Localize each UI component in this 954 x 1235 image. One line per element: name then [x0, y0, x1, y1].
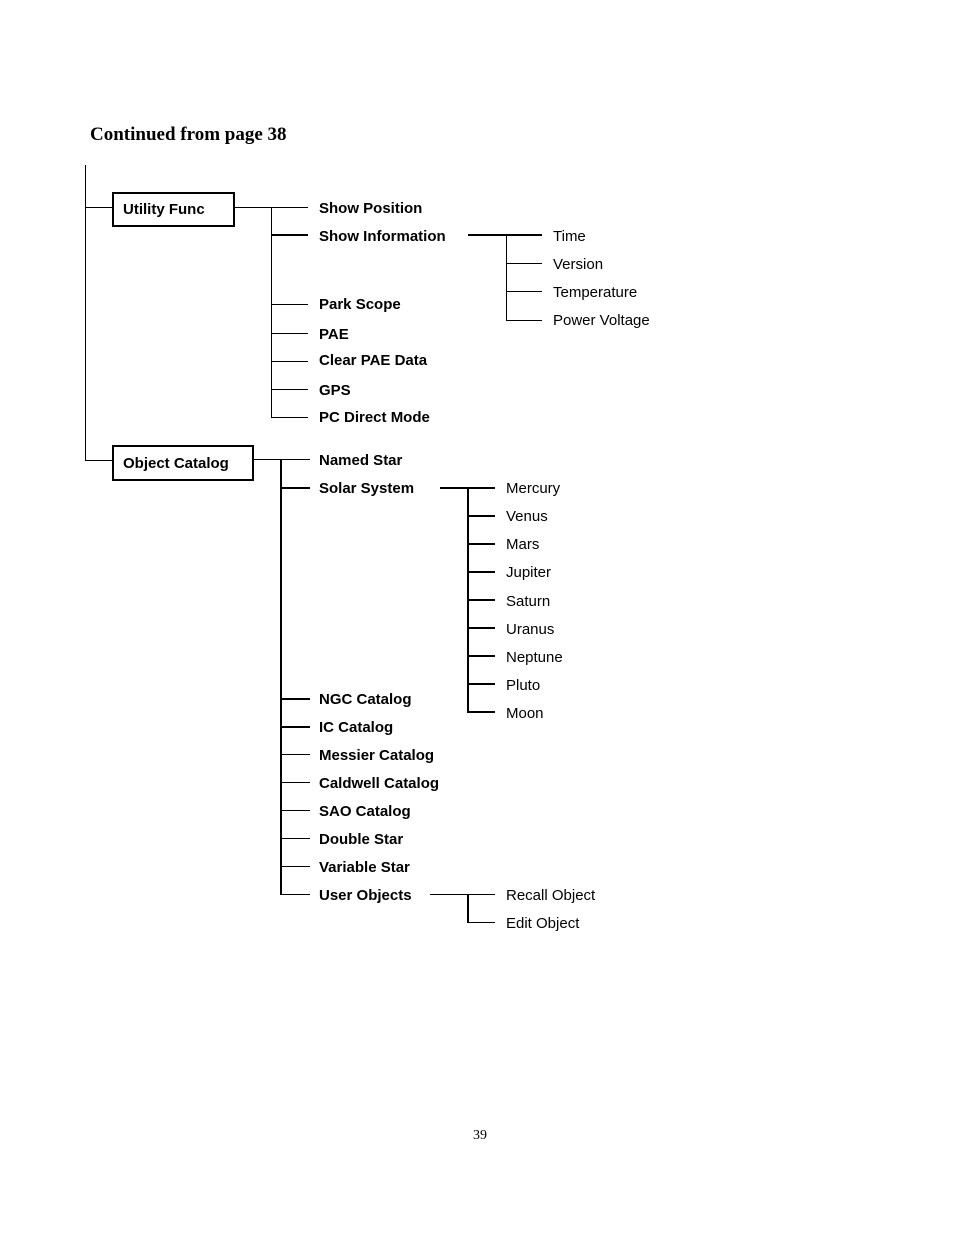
connector-line — [280, 866, 310, 867]
menu-item-user-objects: User Objects — [319, 887, 412, 904]
menu-item-variable-star: Variable Star — [319, 859, 410, 876]
menu-item-ngc-catalog: NGC Catalog — [319, 691, 412, 708]
branch-line — [506, 234, 507, 320]
menu-item-gps: GPS — [319, 382, 351, 399]
connector-line — [430, 894, 495, 895]
connector-line — [467, 655, 495, 657]
menu-item-messier-catalog: Messier Catalog — [319, 747, 435, 764]
connector-line — [467, 543, 495, 545]
menu-item-park-scope: Park Scope — [319, 296, 401, 313]
menu-item-show-information: Show Information — [319, 228, 446, 245]
continued-heading: Continued from page 38 — [90, 124, 287, 145]
connector-line — [280, 838, 310, 839]
connector-line — [85, 460, 113, 461]
menu-node-utility-func: Utility Func — [112, 192, 235, 227]
submenu-item-power-voltage: Power Voltage — [553, 312, 650, 329]
connector-line — [280, 487, 310, 489]
menu-item-caldwell-catalog: Caldwell Catalog — [319, 775, 440, 792]
branch-line — [467, 894, 469, 922]
submenu-item-edit-object: Edit Object — [506, 915, 580, 932]
connector-line — [467, 922, 495, 923]
submenu-item-venus: Venus — [506, 508, 548, 525]
submenu-item-version: Version — [553, 256, 604, 273]
connector-line — [506, 320, 542, 321]
menu-item-show-position: Show Position — [319, 200, 423, 217]
submenu-item-mercury: Mercury — [506, 480, 561, 497]
submenu-item-jupiter: Jupiter — [506, 564, 552, 581]
submenu-item-temperature: Temperature — [553, 284, 638, 301]
connector-line — [467, 599, 495, 601]
connector-line — [280, 754, 310, 755]
connector-line — [271, 304, 308, 305]
connector-line — [506, 291, 542, 292]
menu-item-solar-system: Solar System — [319, 480, 415, 497]
page-number: 39 — [473, 1128, 487, 1143]
connector-line — [280, 894, 310, 895]
submenu-item-recall-object: Recall Object — [506, 887, 596, 904]
branch-line — [280, 459, 282, 895]
menu-item-double-star: Double Star — [319, 831, 404, 848]
submenu-item-uranus: Uranus — [506, 621, 555, 638]
connector-line — [280, 810, 310, 811]
connector-line — [280, 698, 310, 700]
menu-node-object-catalog: Object Catalog — [112, 445, 254, 481]
connector-line — [467, 571, 495, 573]
connector-line — [506, 263, 542, 264]
connector-line — [468, 234, 542, 236]
submenu-item-neptune: Neptune — [506, 649, 563, 666]
tree-trunk-line — [85, 165, 86, 460]
menu-item-ic-catalog: IC Catalog — [319, 719, 394, 736]
submenu-item-time: Time — [553, 228, 586, 245]
submenu-item-pluto: Pluto — [506, 677, 541, 694]
menu-item-pae: PAE — [319, 326, 349, 343]
connector-line — [467, 627, 495, 629]
menu-item-clear-pae-data: Clear PAE Data — [319, 352, 428, 369]
connector-line — [280, 782, 310, 783]
connector-line — [271, 389, 308, 390]
connector-line — [280, 726, 310, 728]
branch-line — [271, 207, 272, 417]
connector-line — [85, 207, 113, 208]
submenu-item-saturn: Saturn — [506, 593, 551, 610]
menu-item-pc-direct-mode: PC Direct Mode — [319, 409, 430, 426]
connector-line — [467, 711, 495, 713]
connector-line — [271, 361, 308, 362]
connector-line — [271, 417, 308, 418]
connector-line — [467, 515, 495, 517]
connector-line — [467, 683, 495, 685]
menu-item-sao-catalog: SAO Catalog — [319, 803, 411, 820]
submenu-item-mars: Mars — [506, 536, 540, 553]
connector-line — [271, 333, 308, 334]
submenu-item-moon: Moon — [506, 705, 544, 722]
connector-line — [271, 234, 308, 236]
menu-item-named-star: Named Star — [319, 452, 403, 469]
